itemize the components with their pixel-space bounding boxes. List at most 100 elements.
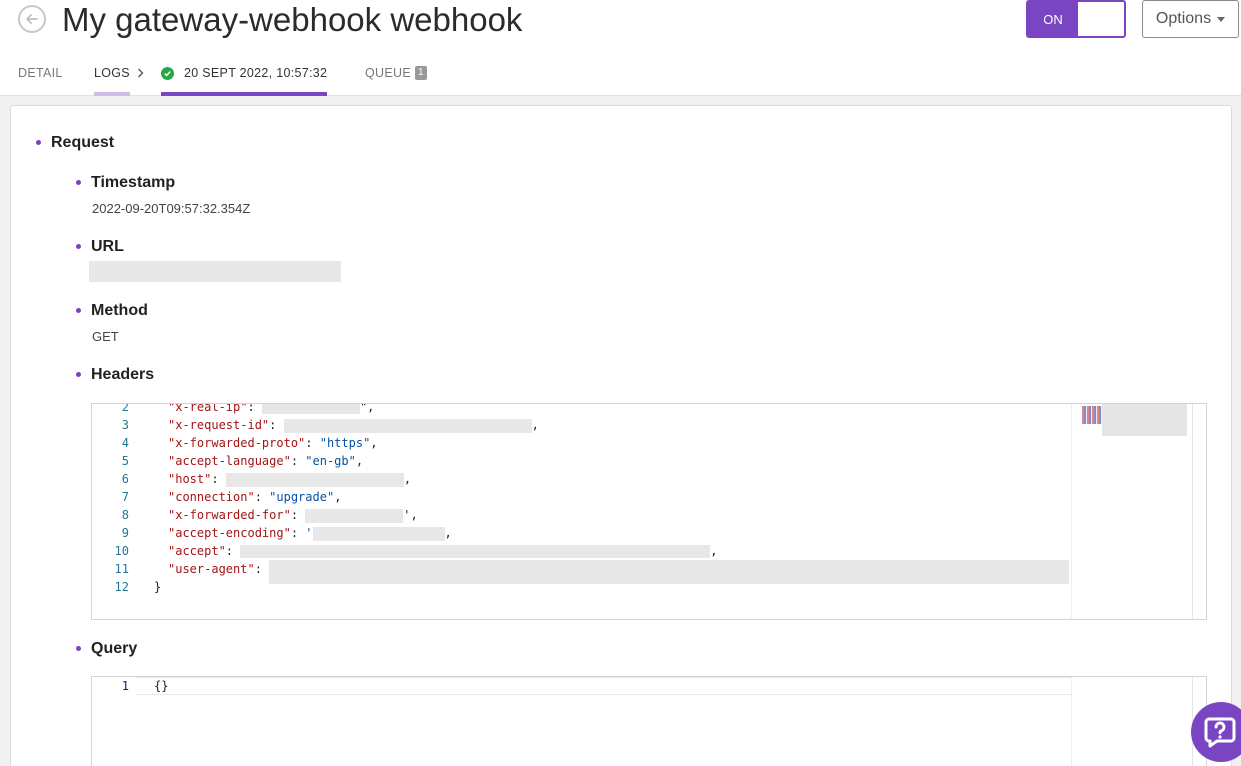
key-separator: :	[305, 436, 320, 450]
header-value: "en-gb"	[305, 454, 356, 468]
line-end: ,	[334, 490, 342, 504]
line-number: 2	[121, 403, 129, 414]
bullet	[76, 372, 81, 377]
toggle-on-label: ON	[1028, 2, 1078, 36]
toggle-off-slot	[1078, 2, 1124, 36]
code-line: 9 "accept-encoding": ',	[92, 524, 1071, 542]
code-line: 3 "x-request-id": ,	[92, 416, 1071, 434]
header-key: "accept"	[168, 544, 226, 558]
line-end: ,	[531, 418, 539, 432]
line-number: 4	[121, 436, 129, 450]
key-separator: :	[254, 562, 270, 576]
headers-code-editor[interactable]: 2 "x-real-ip": ", 3 "x-request-id": , 4 …	[91, 403, 1207, 620]
headers-label: Headers	[91, 366, 155, 383]
line-end: ',	[403, 508, 418, 522]
redacted-value	[312, 526, 445, 541]
line-number: 1	[121, 679, 129, 693]
redacted-value	[283, 418, 532, 433]
timestamp-label: Timestamp	[91, 174, 176, 191]
bullet	[76, 244, 81, 249]
tab-log-entry-label: 20 SEPT 2022, 10:57:32	[184, 66, 328, 80]
code-line: 2 "x-real-ip": ",	[92, 403, 1071, 416]
timestamp-value: 2022-09-20T09:57:32.354Z	[92, 201, 251, 216]
query-label: Query	[91, 640, 138, 657]
line-end: ,	[355, 454, 364, 468]
code-line: 7 "connection": "upgrade",	[92, 488, 1071, 506]
bullet	[76, 308, 81, 313]
line-end: ,	[710, 544, 718, 558]
header-key: "x-forwarded-for"	[168, 508, 291, 522]
enable-toggle[interactable]: ON	[1026, 0, 1126, 38]
code-minimap[interactable]	[1071, 404, 1192, 619]
query-code-editor[interactable]: 1 {}	[91, 676, 1207, 766]
key-separator: :	[247, 403, 262, 414]
query-code-text: {}	[154, 679, 169, 693]
redacted-value	[261, 404, 360, 414]
minimap-preview	[1082, 406, 1102, 424]
line-number: 10	[114, 544, 129, 558]
header-key: "x-forwarded-proto"	[168, 436, 306, 450]
line-number: 5	[121, 454, 129, 468]
line-end: ",	[359, 403, 375, 414]
code-line: 8 "x-forwarded-for": ',	[92, 506, 1071, 524]
key-separator: :	[290, 508, 306, 522]
check-circle-icon	[161, 67, 174, 80]
back-button[interactable]	[18, 5, 46, 33]
code-line: 11 "user-agent":	[92, 560, 1071, 584]
options-label: Options	[1155, 10, 1212, 27]
tab-log-entry[interactable]: 20 SEPT 2022, 10:57:32	[161, 66, 328, 96]
redacted-value	[305, 508, 404, 523]
arrow-left-icon	[26, 14, 38, 24]
line-number: 9	[121, 526, 129, 540]
key-separator: :	[225, 544, 241, 558]
key-separator: :	[254, 490, 270, 504]
redacted-value	[225, 472, 404, 487]
method-label: Method	[91, 302, 148, 319]
line-number: 7	[121, 490, 129, 504]
tab-queue[interactable]: QUEUE 1	[365, 66, 427, 96]
line-end: ,	[403, 472, 412, 486]
code-line: 6 "host": ,	[92, 470, 1071, 488]
redacted-value	[240, 545, 711, 558]
line-number: 6	[121, 472, 129, 486]
request-label: Request	[51, 134, 115, 151]
help-chat-icon	[1204, 717, 1236, 748]
closing-brace: }	[154, 580, 162, 594]
header-key: "host"	[168, 472, 212, 486]
minimap-slider[interactable]	[1102, 404, 1187, 436]
header-key: "x-request-id"	[168, 418, 270, 432]
page-title: My gateway-webhook webhook	[62, 1, 523, 38]
url-label: URL	[91, 238, 124, 255]
url-value-redacted	[89, 261, 341, 282]
key-separator: :	[290, 526, 306, 540]
key-separator: :	[211, 472, 226, 486]
bullet	[76, 180, 81, 185]
header-value: "https"	[319, 436, 371, 450]
code-line: 5 "accept-language": "en-gb",	[92, 452, 1071, 470]
header-key: "connection"	[168, 490, 255, 504]
chevron-right-icon	[137, 67, 144, 81]
vertical-scrollbar[interactable]	[1192, 404, 1206, 619]
code-minimap[interactable]	[1071, 677, 1192, 766]
caret-down-icon	[1217, 16, 1226, 22]
header-value: "upgrade"	[269, 490, 335, 504]
options-button[interactable]: Options	[1142, 0, 1239, 38]
method-value: GET	[92, 329, 119, 344]
code-line: 4 "x-forwarded-proto": "https",	[92, 434, 1071, 452]
tab-detail[interactable]: DETAIL	[18, 66, 63, 96]
code-line: 10 "accept": ,	[92, 542, 1071, 560]
page-header: My gateway-webhook webhook ON Options DE…	[0, 0, 1241, 96]
line-number: 8	[121, 508, 129, 522]
header-key: "x-real-ip"	[168, 403, 248, 414]
bullet	[36, 140, 41, 145]
line-number: 12	[114, 580, 129, 594]
tab-queue-label: QUEUE	[365, 66, 411, 80]
key-separator: :	[290, 454, 306, 468]
queue-count-badge: 1	[414, 66, 427, 80]
line-number: 11	[114, 562, 129, 576]
tab-logs[interactable]: LOGS	[94, 66, 130, 96]
header-key: "accept-encoding"	[168, 526, 291, 540]
code-line: 1 {}	[92, 677, 1071, 695]
header-key: "user-agent"	[168, 562, 255, 576]
key-separator: :	[269, 418, 284, 432]
